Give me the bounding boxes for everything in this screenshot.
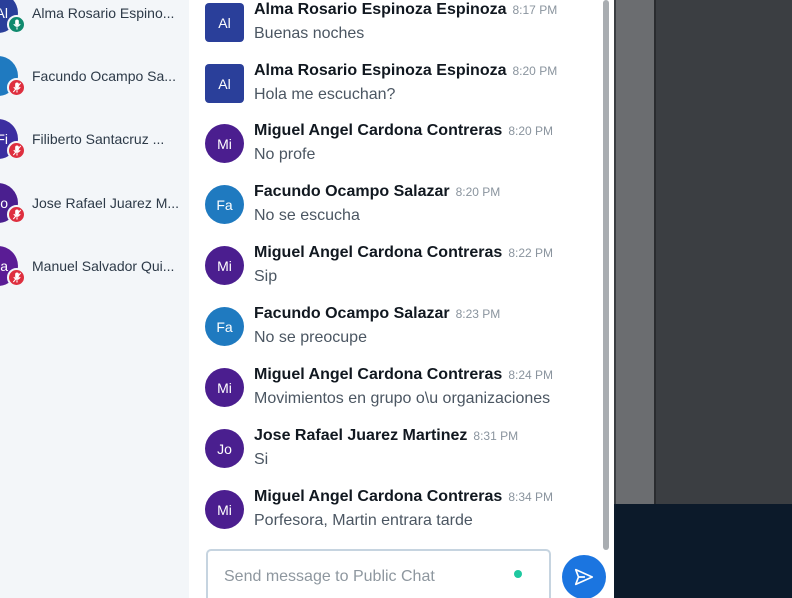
user-name: Jose Rafael Juarez M... (32, 195, 180, 211)
chat-message: Al Alma Rosario Espinoza Espinoza 8:20 PM H… (205, 62, 595, 112)
chat-message: Mi Miguel Angel Cardona Contreras 8:34 PM P… (205, 488, 595, 538)
user-list-item[interactable]: JoJose Rafael Juarez M... (0, 183, 189, 224)
user-name: Alma Rosario Espino... (32, 5, 175, 21)
message-header: Jose Rafael Juarez Martinez 8:31 PM (254, 427, 518, 445)
public-chat-panel: Al Alma Rosario Espinoza Espinoza 8:17 PM B… (189, 0, 614, 598)
message-text: No se escucha (254, 207, 360, 224)
avatar: Jo (205, 429, 244, 468)
mic-muted-icon (7, 205, 26, 224)
avatar: Mi (205, 246, 244, 285)
message-text: No profe (254, 146, 316, 163)
message-header: Miguel Angel Cardona Contreras 8:22 PM (254, 244, 553, 262)
avatar: Fa (205, 185, 244, 224)
avatar: Mi (205, 368, 244, 407)
mic-muted-icon (7, 78, 26, 97)
message-author: Alma Rosario Espinoza Espinoza (254, 1, 507, 18)
message-author: Facundo Ocampo Salazar (254, 305, 450, 322)
chat-message: Jo Jose Rafael Juarez Martinez 8:31 PM Si (205, 427, 595, 477)
chat-message: Fa Facundo Ocampo Salazar 8:23 PM No se pre… (205, 305, 595, 355)
user-name: Filiberto Santacruz ... (32, 131, 165, 147)
send-icon (574, 568, 594, 586)
message-author: Miguel Angel Cardona Contreras (254, 244, 503, 261)
message-author: Alma Rosario Espinoza Espinoza (254, 62, 507, 79)
message-header: Facundo Ocampo Salazar 8:23 PM (254, 305, 500, 323)
mic-muted-icon (7, 268, 26, 287)
chat-message: Mi Miguel Angel Cardona Contreras 8:20 PM N… (205, 122, 595, 172)
typing-indicator (514, 570, 522, 578)
user-name: Facundo Ocampo Sa... (32, 68, 176, 84)
message-header: Facundo Ocampo Salazar 8:20 PM (254, 183, 500, 201)
avatar: Mi (205, 490, 244, 529)
avatar: Fa (205, 307, 244, 346)
message-timestamp: 8:31 PM (473, 429, 519, 443)
message-header: Alma Rosario Espinoza Espinoza 8:17 PM (254, 1, 557, 19)
chat-scrollbar[interactable] (603, 0, 609, 550)
avatar: Al (205, 64, 244, 103)
user-list: Al Alma Rosario Espino... Facundo Ocampo S… (0, 0, 189, 598)
message-text: Si (254, 451, 269, 468)
message-text: Porfesora, Martin entrara tarde (254, 512, 473, 529)
message-input[interactable] (224, 568, 504, 586)
avatar: Al (205, 3, 244, 42)
chat-message: Fa Facundo Ocampo Salazar 8:20 PM No se esc… (205, 183, 595, 233)
presentation-slide (614, 0, 792, 504)
message-timestamp: 8:22 PM (508, 246, 554, 260)
message-author: Miguel Angel Cardona Contreras (254, 488, 503, 505)
message-text: Movimientos en grupo o\u organizaciones (254, 390, 551, 407)
chat-message: Mi Miguel Angel Cardona Contreras 8:24 PM M… (205, 366, 595, 416)
presentation-area (614, 0, 792, 598)
message-timestamp: 8:20 PM (455, 185, 501, 199)
user-name: Manuel Salvador Qui... (32, 258, 175, 274)
message-composer (206, 549, 551, 598)
slide-divider (654, 0, 656, 504)
user-list-item[interactable]: Fi Filiberto Santacruz ... (0, 119, 189, 160)
message-text: Sip (254, 268, 278, 285)
chat-message: Al Alma Rosario Espinoza Espinoza 8:17 PM B… (205, 1, 595, 51)
message-text: Buenas noches (254, 25, 365, 42)
mic-icon (7, 15, 26, 34)
avatar: Mi (205, 124, 244, 163)
message-text: No se preocupe (254, 329, 367, 346)
message-author: Miguel Angel Cardona Contreras (254, 366, 503, 383)
user-list-item[interactable]: MaManuel Salvador Qui... (0, 246, 189, 287)
message-timestamp: 8:20 PM (512, 64, 558, 78)
message-author: Jose Rafael Juarez Martinez (254, 427, 468, 444)
user-list-item[interactable]: Facundo Ocampo Sa... (0, 56, 189, 97)
message-header: Miguel Angel Cardona Contreras 8:24 PM (254, 366, 553, 384)
message-author: Miguel Angel Cardona Contreras (254, 122, 503, 139)
slide-edge (616, 0, 654, 504)
chat-message: Mi Miguel Angel Cardona Contreras 8:22 PM S… (205, 244, 595, 294)
message-timestamp: 8:23 PM (455, 307, 501, 321)
mic-muted-icon (7, 141, 26, 160)
message-header: Alma Rosario Espinoza Espinoza 8:20 PM (254, 62, 557, 80)
message-timestamp: 8:34 PM (508, 490, 554, 504)
message-header: Miguel Angel Cardona Contreras 8:34 PM (254, 488, 553, 506)
message-text: Hola me escuchan? (254, 86, 396, 103)
send-button[interactable] (562, 555, 606, 598)
message-timestamp: 8:24 PM (508, 368, 554, 382)
message-timestamp: 8:20 PM (508, 124, 554, 138)
user-list-item[interactable]: Al Alma Rosario Espino... (0, 0, 189, 34)
message-timestamp: 8:17 PM (512, 3, 558, 17)
message-author: Facundo Ocampo Salazar (254, 183, 450, 200)
message-header: Miguel Angel Cardona Contreras 8:20 PM (254, 122, 553, 140)
